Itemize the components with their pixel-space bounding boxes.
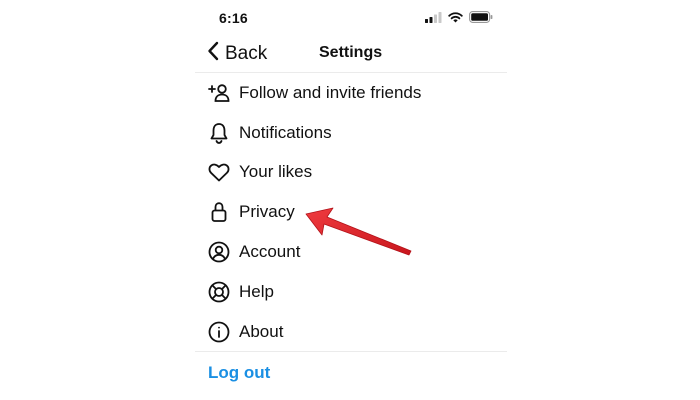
menu-item-label: Notifications [239,122,332,142]
lifebuoy-icon [207,280,231,304]
heart-icon [207,160,231,184]
status-bar: 6:16 [195,0,507,36]
menu-item-label: Follow and invite friends [239,82,422,102]
wifi-icon [448,11,463,23]
menu-item-label: Your likes [239,162,313,182]
bell-icon [207,121,231,145]
account-circle-icon [207,240,231,264]
settings-menu: Follow and invite friends Notifications [195,73,507,352]
page: 6:16 Back Settings Follow and invite fri… [0,0,700,400]
info-icon [207,320,231,344]
menu-item-label: Help [239,281,274,301]
menu-item-label: Privacy [239,202,295,222]
divider [195,351,507,352]
phone-screen: 6:16 Back Settings Follow and invite fri… [195,0,507,400]
status-time: 6:16 [219,10,248,26]
logout-button[interactable]: Log out [208,363,270,383]
menu-item-account[interactable]: Account [195,232,507,272]
back-label: Back [225,42,268,64]
battery-icon [469,11,493,23]
menu-item-label: Account [239,242,301,262]
menu-item-your-likes[interactable]: Your likes [195,153,507,193]
menu-item-help[interactable]: Help [195,272,507,312]
add-person-icon [207,81,231,105]
chevron-left-icon [207,41,219,66]
menu-item-about[interactable]: About [195,312,507,352]
menu-item-notifications[interactable]: Notifications [195,113,507,153]
signal-icon [425,11,442,23]
page-title: Settings [319,44,383,61]
back-button[interactable]: Back [207,41,267,66]
status-icons [425,11,493,23]
menu-item-label: About [239,321,284,341]
menu-item-follow-invite[interactable]: Follow and invite friends [195,73,507,113]
nav-bar: Back Settings [195,36,507,73]
menu-item-privacy[interactable]: Privacy [195,192,507,232]
lock-icon [207,200,231,224]
